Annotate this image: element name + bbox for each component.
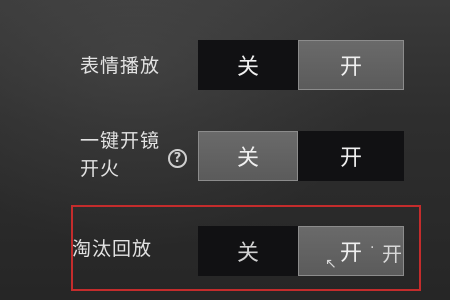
on-label: 开: [339, 146, 362, 171]
settings-panel: 表情播放 关 开 一键开镜 开火 ? 关 开 淘汰回放 关 开 ↖ · 开: [0, 0, 450, 300]
emote-playback-on-button[interactable]: 开: [298, 40, 404, 90]
help-icon[interactable]: ?: [168, 149, 187, 168]
off-label: 关: [236, 241, 259, 266]
one-tap-scope-fire-off-button[interactable]: 关: [198, 131, 298, 181]
off-label: 关: [236, 146, 259, 171]
setting-row-emote-playback: 表情播放 关 开: [0, 38, 450, 94]
setting-label-elimination-replay: 淘汰回放: [72, 238, 153, 260]
setting-label-emote-playback: 表情播放: [80, 55, 161, 77]
setting-label-one-tap-scope-fire-line1: 一键开镜: [80, 130, 161, 152]
elimination-replay-off-button[interactable]: 关: [198, 226, 298, 276]
setting-row-elimination-replay: 淘汰回放 关 开 ↖ · 开: [0, 222, 450, 282]
setting-row-one-tap-scope-fire: 一键开镜 开火 ? 关 开: [0, 122, 450, 192]
emote-playback-off-button[interactable]: 关: [198, 40, 298, 90]
on-label: 开: [339, 241, 362, 266]
one-tap-scope-fire-on-button[interactable]: 开: [298, 131, 404, 181]
emote-playback-toggle: 关 开: [198, 40, 404, 90]
one-tap-scope-fire-toggle: 关 开: [198, 131, 404, 181]
elimination-replay-on-button[interactable]: 开: [298, 226, 404, 276]
elimination-replay-toggle: 关 开: [198, 226, 404, 276]
off-label: 关: [236, 55, 259, 80]
setting-label-one-tap-scope-fire-line2: 开火: [80, 158, 121, 180]
on-label: 开: [339, 55, 362, 80]
